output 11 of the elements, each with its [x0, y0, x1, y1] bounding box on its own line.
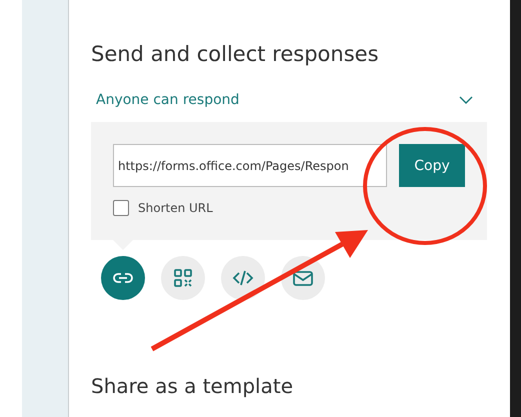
checkbox-label: Shorten URL [138, 201, 213, 215]
url-field[interactable]: https://forms.office.com/Pages/Respon [113, 144, 387, 187]
link-icon[interactable] [101, 256, 145, 300]
chevron-icon [459, 96, 473, 104]
section-heading: Share as a template [91, 374, 294, 398]
code-icon[interactable] [221, 256, 265, 300]
audience-dropdown[interactable]: Anyone can respond [91, 88, 487, 112]
shorten-url-checkbox[interactable] [113, 200, 129, 216]
copy-button[interactable]: Copy [399, 144, 465, 187]
qr-code-icon[interactable] [161, 256, 205, 300]
section-heading: Send and collect responses [91, 42, 380, 66]
